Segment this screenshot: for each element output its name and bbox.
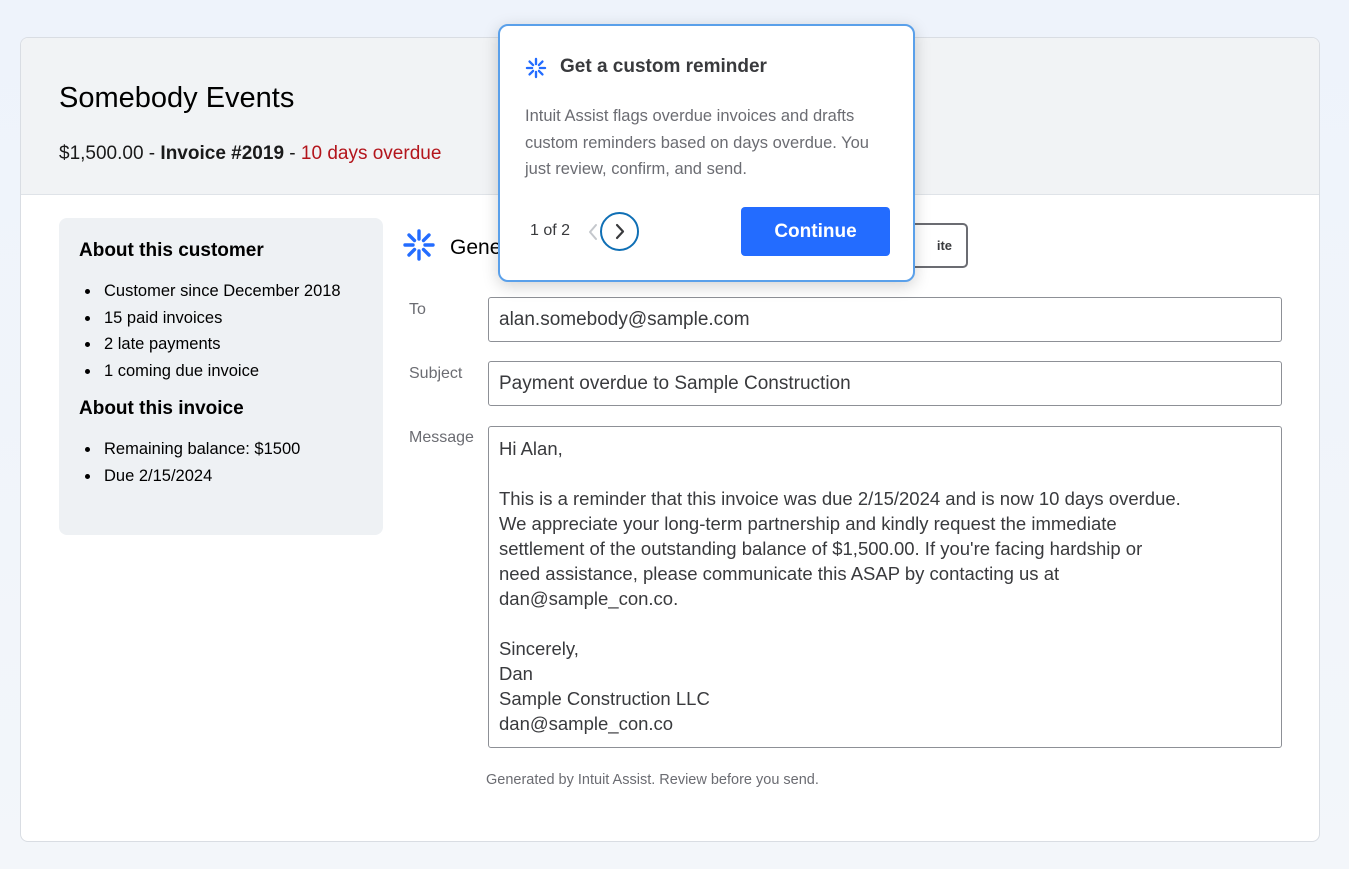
ai-disclaimer: Generated by Intuit Assist. Review befor…	[486, 772, 819, 788]
chevron-right-icon	[615, 223, 625, 240]
sparkle-icon	[403, 229, 435, 261]
step-counter: 1 of 2	[530, 222, 571, 239]
message-line: dan@sample_con.co.	[499, 588, 679, 609]
message-line: dan@sample_con.co	[499, 713, 674, 734]
invoice-amount: $1,500.00	[59, 143, 144, 164]
message-line: Hi Alan,	[499, 438, 563, 459]
generate-label: Gene	[450, 236, 502, 259]
message-line: Sincerely,	[499, 638, 579, 659]
chevron-left-icon	[589, 224, 597, 240]
customer-facts-list: Customer since December 2018 15 paid inv…	[79, 278, 363, 384]
invoice-facts-list: Remaining balance: $1500 Due 2/15/2024	[79, 436, 363, 489]
separator: -	[143, 143, 161, 164]
separator: -	[284, 143, 301, 164]
onboarding-popover: Get a custom reminder Intuit Assist flag…	[498, 24, 915, 282]
customer-info-panel: About this customer Customer since Decem…	[59, 218, 383, 535]
customer-heading: About this customer	[79, 240, 264, 261]
message-field[interactable]: Hi Alan, This is a reminder that this in…	[488, 426, 1282, 748]
overdue-status: 10 days overdue	[300, 143, 442, 164]
invoice-heading: About this invoice	[79, 398, 244, 419]
list-item: Remaining balance: $1500	[79, 436, 363, 463]
popover-title: Get a custom reminder	[560, 56, 767, 77]
list-item: 15 paid invoices	[79, 305, 363, 332]
message-line: This is a reminder that this invoice was…	[499, 488, 1181, 509]
message-line: settlement of the outstanding balance of…	[499, 538, 1143, 559]
message-label: Message	[409, 429, 474, 446]
message-line: We appreciate your long-term partnership…	[499, 513, 1117, 534]
message-line: Dan	[499, 663, 533, 684]
list-item: Due 2/15/2024	[79, 463, 363, 490]
invoice-summary: $1,500.00 - Invoice #2019 - 10 days over…	[59, 143, 441, 165]
sparkle-icon	[525, 57, 547, 79]
list-item: Customer since December 2018	[79, 278, 363, 305]
invoice-number: Invoice #2019	[160, 143, 285, 164]
subject-field[interactable]: Payment overdue to Sample Construction	[488, 361, 1282, 406]
next-button[interactable]	[600, 212, 639, 251]
customer-name: Somebody Events	[59, 82, 295, 114]
subject-label: Subject	[409, 365, 463, 382]
to-label: To	[409, 301, 426, 318]
continue-button[interactable]: Continue	[741, 207, 890, 256]
list-item: 1 coming due invoice	[79, 358, 363, 385]
message-line: need assistance, please communicate this…	[499, 563, 1060, 584]
popover-body: Intuit Assist flags overdue invoices and…	[525, 107, 869, 178]
to-field[interactable]: alan.somebody@sample.com	[488, 297, 1282, 342]
list-item: 2 late payments	[79, 331, 363, 358]
message-line: Sample Construction LLC	[499, 688, 710, 709]
